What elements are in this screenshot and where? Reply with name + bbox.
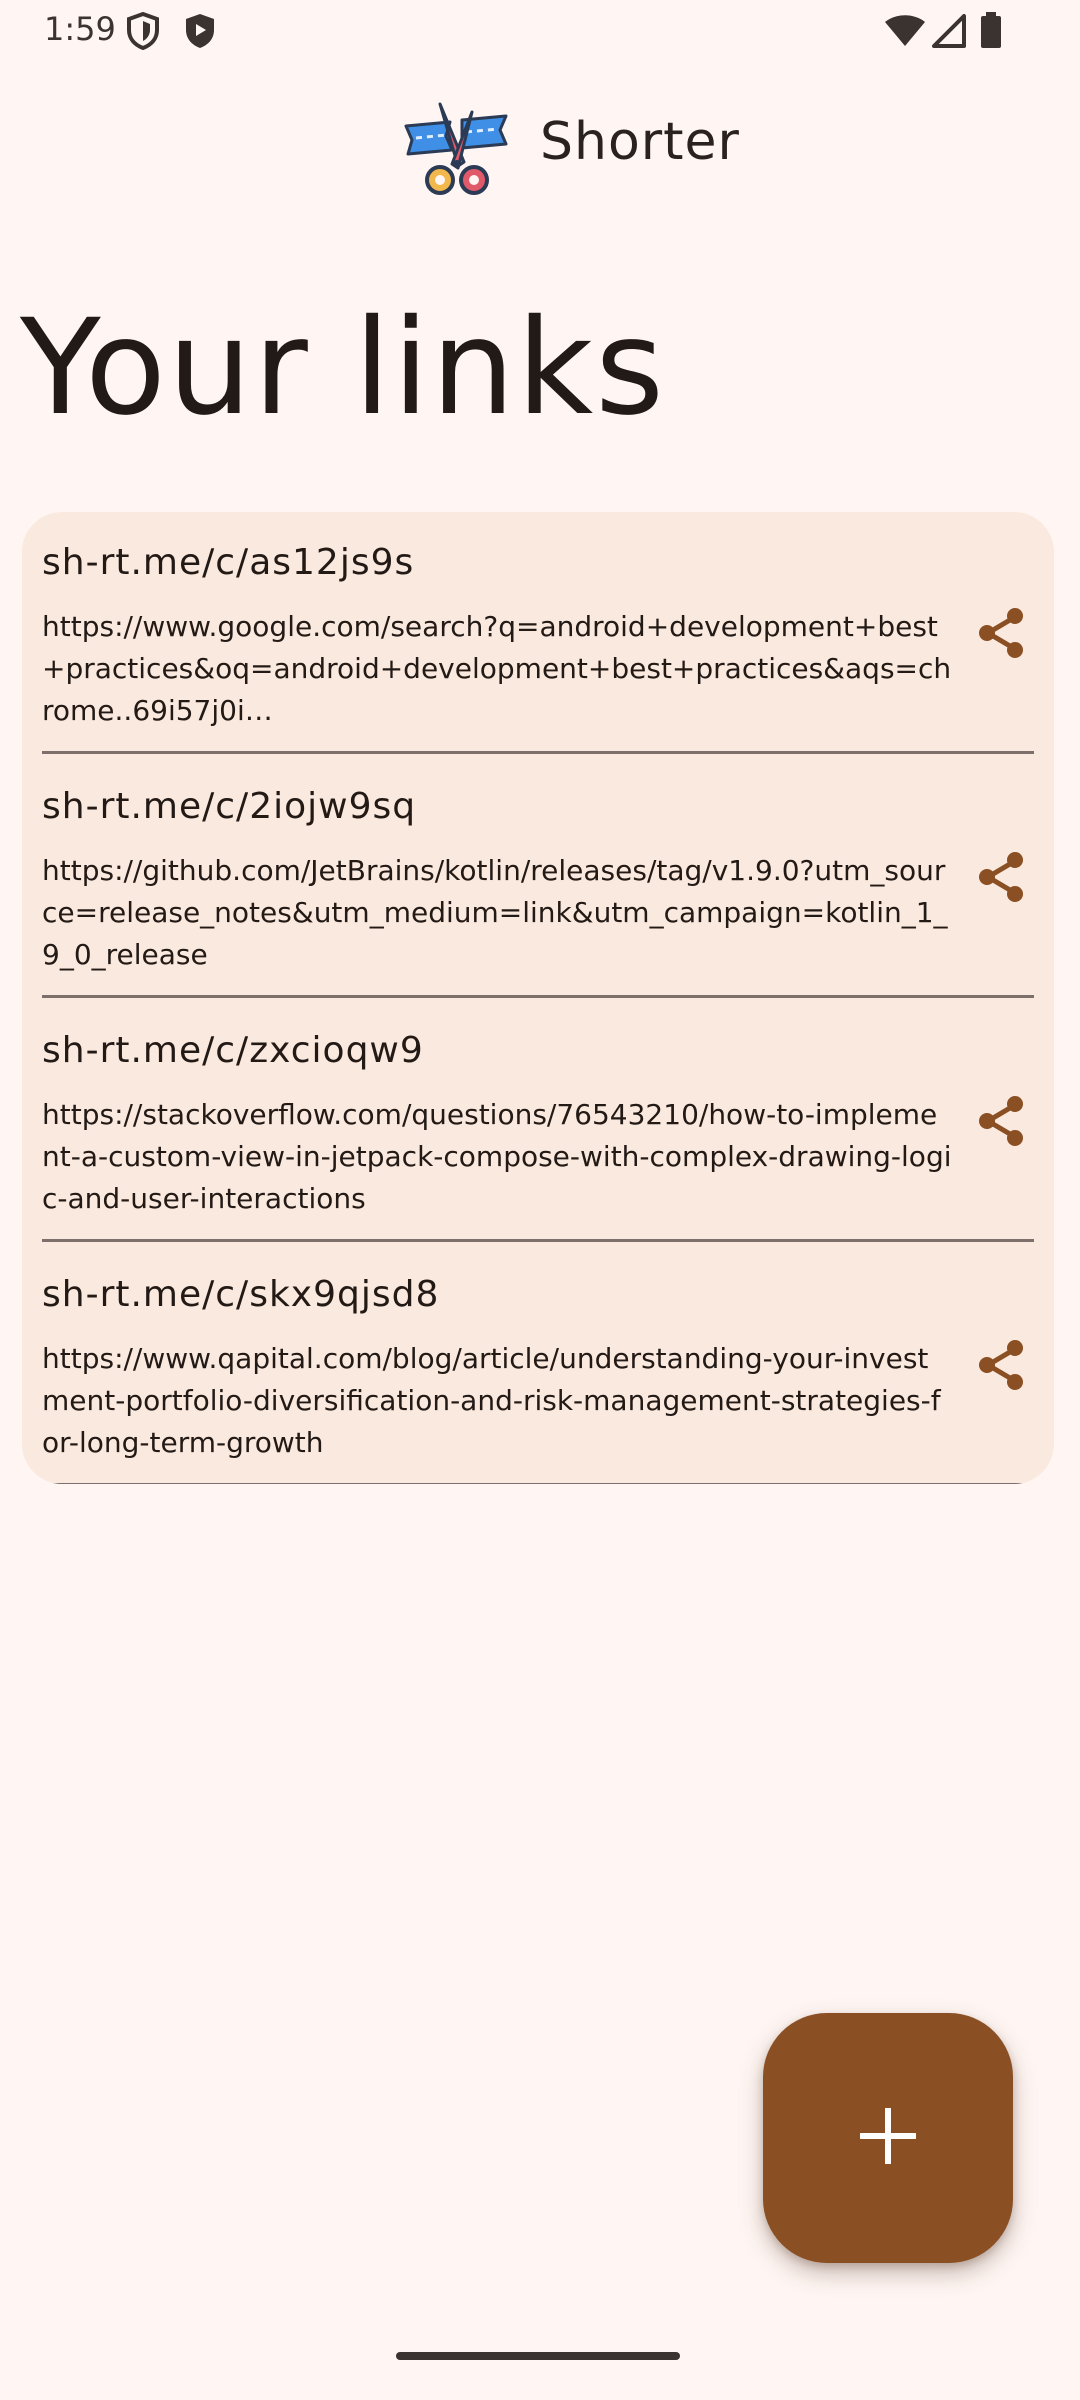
link-item[interactable]: sh-rt.me/c/skx9qjsd8 https://www.qapital…: [42, 1244, 1034, 1484]
link-item[interactable]: sh-rt.me/c/2iojw9sq https://github.com/J…: [42, 756, 1034, 998]
home-indicator[interactable]: [396, 2352, 680, 2360]
battery-icon: [980, 12, 1002, 52]
plus-icon: [858, 2106, 918, 2170]
status-bar: 1:59: [0, 0, 1080, 62]
original-url: https://github.com/JetBrains/kotlin/rele…: [42, 854, 948, 971]
scissors-ribbon-logo-icon: [402, 102, 512, 202]
short-link: sh-rt.me/c/as12js9s: [42, 542, 415, 583]
page-title: Your links: [20, 291, 666, 445]
short-link: sh-rt.me/c/skx9qjsd8: [42, 1274, 440, 1315]
add-link-button[interactable]: [763, 2013, 1013, 2263]
link-item[interactable]: sh-rt.me/c/zxcioqw9 https://stackoverflo…: [42, 1000, 1034, 1242]
wifi-icon: [884, 14, 926, 52]
share-button[interactable]: [968, 602, 1034, 668]
share-button[interactable]: [968, 1334, 1034, 1400]
short-link: sh-rt.me/c/zxcioqw9: [42, 1030, 424, 1071]
share-button[interactable]: [968, 846, 1034, 912]
share-icon: [976, 1095, 1026, 1151]
links-list: sh-rt.me/c/as12js9s https://www.google.c…: [22, 512, 1054, 1484]
share-button[interactable]: [968, 1090, 1034, 1156]
share-icon: [976, 851, 1026, 907]
link-item[interactable]: sh-rt.me/c/as12js9s https://www.google.c…: [42, 512, 1034, 754]
status-time: 1:59: [44, 10, 116, 48]
shield-outline-icon: [126, 11, 160, 54]
app-title: Shorter: [540, 112, 740, 172]
cell-signal-icon: [932, 14, 966, 52]
original-url: https://www.google.com/search?q=android+…: [42, 610, 952, 727]
shield-filled-icon: [183, 12, 217, 54]
share-icon: [976, 607, 1026, 663]
app-bar: Shorter: [0, 90, 1080, 200]
original-url: https://stackoverflow.com/questions/7654…: [42, 1098, 952, 1215]
share-icon: [976, 1339, 1026, 1395]
short-link: sh-rt.me/c/2iojw9sq: [42, 786, 417, 827]
original-url: https://www.qapital.com/blog/article/und…: [42, 1342, 941, 1459]
